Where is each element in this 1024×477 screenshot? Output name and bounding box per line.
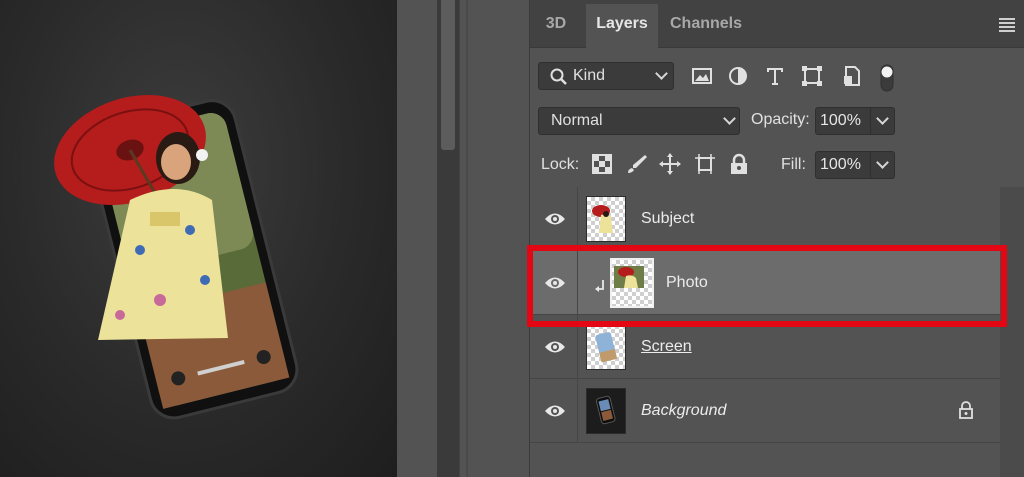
- eye-icon: [545, 277, 565, 289]
- chevron-down-icon: [876, 112, 889, 125]
- panel-gutter: [459, 0, 529, 477]
- pasteboard: [397, 0, 437, 477]
- lock-image-pixels-icon[interactable]: [625, 152, 649, 176]
- tab-3d[interactable]: 3D: [530, 4, 582, 48]
- lock-transparent-pixels-icon[interactable]: [590, 152, 614, 176]
- layer-name[interactable]: Subject: [641, 210, 694, 228]
- fill-label: Fill:: [781, 156, 806, 173]
- type-filter-icon[interactable]: [763, 64, 787, 88]
- search-icon: [550, 68, 567, 85]
- layers-empty-area: [530, 443, 1000, 477]
- layers-list: Subject Photo Screen Background: [530, 187, 1000, 477]
- visibility-toggle[interactable]: [530, 379, 578, 443]
- artwork-preview: [54, 94, 299, 420]
- smart-object-filter-icon[interactable]: [840, 64, 864, 88]
- layer-row-screen[interactable]: Screen: [530, 315, 1000, 379]
- adjustment-filter-icon[interactable]: [726, 64, 750, 88]
- layer-thumbnail[interactable]: [586, 388, 626, 434]
- eye-icon: [545, 405, 565, 417]
- document-scrollbar-thumb[interactable]: [441, 0, 455, 150]
- lock-artboard-icon[interactable]: [693, 152, 717, 176]
- tab-channels[interactable]: Channels: [660, 4, 752, 48]
- opacity-input[interactable]: 100%: [815, 107, 871, 135]
- background-thumbnail-art: [595, 395, 616, 425]
- layer-name[interactable]: Screen: [641, 338, 692, 356]
- clipping-mask-arrow-icon: [595, 280, 604, 292]
- layer-thumbnail[interactable]: [586, 324, 626, 370]
- layer-thumbnail[interactable]: [586, 196, 626, 242]
- layer-row-background[interactable]: Background: [530, 379, 1000, 443]
- opacity-label: Opacity:: [751, 111, 810, 128]
- layer-name[interactable]: Background: [641, 402, 726, 420]
- filter-kind-select[interactable]: Kind: [538, 62, 674, 90]
- layer-row-subject[interactable]: Subject: [530, 187, 1000, 251]
- shape-filter-icon[interactable]: [800, 64, 824, 88]
- lock-all-icon[interactable]: [727, 152, 751, 176]
- visibility-toggle[interactable]: [530, 251, 578, 315]
- document-canvas[interactable]: [0, 0, 397, 477]
- chevron-down-icon: [876, 156, 889, 169]
- blend-mode-value: Normal: [551, 112, 603, 129]
- image-filter-icon[interactable]: [690, 64, 714, 88]
- filter-toggle-icon[interactable]: [880, 64, 894, 92]
- layer-row-photo[interactable]: Photo: [530, 251, 1000, 315]
- panel-tabbar: 3D Layers Channels: [530, 0, 1024, 48]
- fill-input[interactable]: 100%: [815, 151, 871, 179]
- visibility-toggle[interactable]: [530, 315, 578, 379]
- screen-thumbnail-art: [595, 332, 618, 363]
- gutter-divider: [466, 0, 468, 477]
- visibility-toggle[interactable]: [530, 187, 578, 251]
- tab-layers[interactable]: Layers: [586, 4, 658, 48]
- layers-panel-scrollbar[interactable]: [1000, 187, 1024, 477]
- photoshop-window: 3D Layers Channels Kind Normal Opacity: …: [0, 0, 1024, 477]
- layer-lock-icon[interactable]: [958, 401, 974, 419]
- chevron-down-icon: [655, 67, 668, 80]
- opacity-dropdown[interactable]: [871, 107, 895, 135]
- filter-kind-label: Kind: [573, 67, 606, 84]
- subject-thumbnail-art: [592, 205, 613, 233]
- blend-mode-select[interactable]: Normal: [538, 107, 740, 135]
- lock-position-icon[interactable]: [658, 152, 682, 176]
- layer-thumbnail[interactable]: [610, 258, 654, 308]
- eye-icon: [545, 341, 565, 353]
- fill-dropdown[interactable]: [871, 151, 895, 179]
- chevron-down-icon: [723, 112, 736, 125]
- eye-icon: [545, 213, 565, 225]
- layers-panel: 3D Layers Channels Kind Normal Opacity: …: [527, 0, 1024, 477]
- lock-label: Lock:: [541, 156, 580, 173]
- photo-thumbnail-art: [614, 266, 644, 288]
- panel-menu-icon[interactable]: [999, 18, 1015, 32]
- layer-name[interactable]: Photo: [666, 274, 708, 292]
